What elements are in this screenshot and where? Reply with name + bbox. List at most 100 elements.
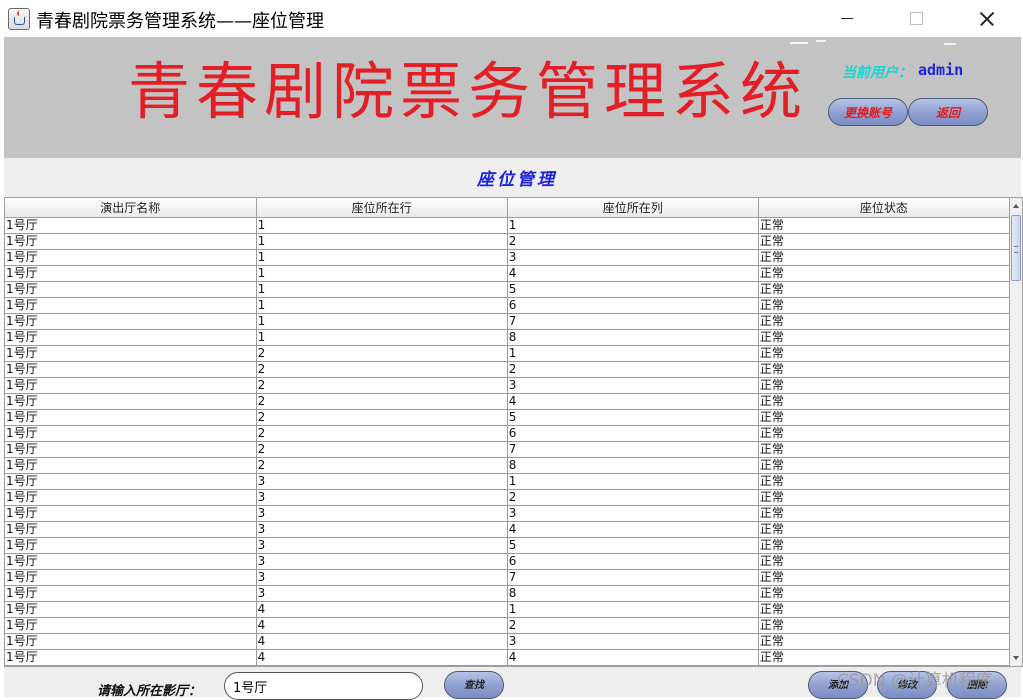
table-row[interactable]: 1号厅 1 1 正常 — [5, 217, 1009, 234]
cell-hall[interactable]: 1号厅 — [5, 521, 257, 538]
table-row[interactable]: 1号厅 1 2 正常 — [5, 233, 1009, 250]
cell-column[interactable]: 3 — [507, 377, 759, 394]
cell-row[interactable]: 1 — [256, 313, 508, 330]
cell-row[interactable]: 3 — [256, 489, 508, 506]
cell-status[interactable]: 正常 — [758, 265, 1009, 282]
cell-status[interactable]: 正常 — [758, 377, 1009, 394]
cell-row[interactable]: 3 — [256, 569, 508, 586]
cell-status[interactable]: 正常 — [758, 569, 1009, 586]
cell-hall[interactable]: 1号厅 — [5, 345, 257, 362]
cell-status[interactable]: 正常 — [758, 521, 1009, 538]
table-row[interactable]: 1号厅 3 1 正常 — [5, 473, 1009, 490]
table-row[interactable]: 1号厅 1 5 正常 — [5, 281, 1009, 298]
table-row[interactable]: 1号厅 4 4 正常 — [5, 649, 1009, 666]
cell-row[interactable]: 1 — [256, 233, 508, 250]
cell-status[interactable]: 正常 — [758, 441, 1009, 458]
cell-status[interactable]: 正常 — [758, 281, 1009, 298]
cell-column[interactable]: 4 — [507, 521, 759, 538]
cell-status[interactable]: 正常 — [758, 313, 1009, 330]
cell-hall[interactable]: 1号厅 — [5, 393, 257, 410]
table-row[interactable]: 1号厅 2 2 正常 — [5, 361, 1009, 378]
cell-row[interactable]: 3 — [256, 553, 508, 570]
cell-column[interactable]: 7 — [507, 569, 759, 586]
scroll-down-arrow-icon[interactable] — [1010, 650, 1022, 666]
cell-column[interactable]: 7 — [507, 313, 759, 330]
cell-status[interactable]: 正常 — [758, 617, 1009, 634]
cell-status[interactable]: 正常 — [758, 489, 1009, 506]
cell-hall[interactable]: 1号厅 — [5, 281, 257, 298]
cell-row[interactable]: 2 — [256, 425, 508, 442]
cell-column[interactable]: 6 — [507, 297, 759, 314]
cell-status[interactable]: 正常 — [758, 345, 1009, 362]
cell-row[interactable]: 4 — [256, 633, 508, 650]
cell-hall[interactable]: 1号厅 — [5, 425, 257, 442]
cell-status[interactable]: 正常 — [758, 297, 1009, 314]
cell-status[interactable]: 正常 — [758, 633, 1009, 650]
cell-status[interactable]: 正常 — [758, 329, 1009, 346]
cell-hall[interactable]: 1号厅 — [5, 361, 257, 378]
cell-row[interactable]: 2 — [256, 377, 508, 394]
table-row[interactable]: 1号厅 1 3 正常 — [5, 249, 1009, 266]
cell-column[interactable]: 5 — [507, 409, 759, 426]
column-header-column[interactable]: 座位所在列 — [507, 198, 759, 218]
cell-row[interactable]: 2 — [256, 393, 508, 410]
table-row[interactable]: 1号厅 2 8 正常 — [5, 457, 1009, 474]
cell-hall[interactable]: 1号厅 — [5, 553, 257, 570]
cell-column[interactable]: 8 — [507, 457, 759, 474]
cell-column[interactable]: 2 — [507, 617, 759, 634]
table-row[interactable]: 1号厅 4 2 正常 — [5, 617, 1009, 634]
cell-column[interactable]: 7 — [507, 441, 759, 458]
scroll-up-arrow-icon[interactable] — [1010, 198, 1022, 214]
cell-column[interactable]: 4 — [507, 393, 759, 410]
cell-status[interactable]: 正常 — [758, 473, 1009, 490]
cell-row[interactable]: 4 — [256, 649, 508, 666]
cell-row[interactable]: 1 — [256, 249, 508, 266]
cell-hall[interactable]: 1号厅 — [5, 217, 257, 234]
back-button[interactable]: 返回 — [908, 98, 988, 126]
column-header-hall[interactable]: 演出厅名称 — [5, 198, 257, 218]
table-row[interactable]: 1号厅 3 3 正常 — [5, 505, 1009, 522]
cell-row[interactable]: 1 — [256, 281, 508, 298]
cell-status[interactable]: 正常 — [758, 217, 1009, 234]
table-row[interactable]: 1号厅 4 3 正常 — [5, 633, 1009, 650]
cell-row[interactable]: 1 — [256, 265, 508, 282]
cell-hall[interactable]: 1号厅 — [5, 249, 257, 266]
table-row[interactable]: 1号厅 1 7 正常 — [5, 313, 1009, 330]
cell-row[interactable]: 1 — [256, 329, 508, 346]
cell-row[interactable]: 1 — [256, 297, 508, 314]
table-row[interactable]: 1号厅 1 4 正常 — [5, 265, 1009, 282]
table-row[interactable]: 1号厅 2 1 正常 — [5, 345, 1009, 362]
cell-hall[interactable]: 1号厅 — [5, 537, 257, 554]
column-header-status[interactable]: 座位状态 — [758, 198, 1009, 218]
cell-hall[interactable]: 1号厅 — [5, 233, 257, 250]
cell-status[interactable]: 正常 — [758, 553, 1009, 570]
cell-status[interactable]: 正常 — [758, 409, 1009, 426]
cell-row[interactable]: 3 — [256, 473, 508, 490]
cell-row[interactable]: 1 — [256, 217, 508, 234]
cell-column[interactable]: 1 — [507, 217, 759, 234]
cell-row[interactable]: 3 — [256, 537, 508, 554]
table-row[interactable]: 1号厅 3 2 正常 — [5, 489, 1009, 506]
cell-column[interactable]: 2 — [507, 361, 759, 378]
cell-column[interactable]: 8 — [507, 329, 759, 346]
cell-status[interactable]: 正常 — [758, 233, 1009, 250]
cell-status[interactable]: 正常 — [758, 649, 1009, 666]
cell-column[interactable]: 2 — [507, 489, 759, 506]
switch-account-button[interactable]: 更换账号 — [828, 98, 908, 126]
cell-column[interactable]: 1 — [507, 345, 759, 362]
cell-hall[interactable]: 1号厅 — [5, 601, 257, 618]
cell-status[interactable]: 正常 — [758, 361, 1009, 378]
cell-status[interactable]: 正常 — [758, 425, 1009, 442]
cell-column[interactable]: 1 — [507, 601, 759, 618]
table-row[interactable]: 1号厅 3 8 正常 — [5, 585, 1009, 602]
table-row[interactable]: 1号厅 2 3 正常 — [5, 377, 1009, 394]
cell-hall[interactable]: 1号厅 — [5, 489, 257, 506]
cell-row[interactable]: 3 — [256, 585, 508, 602]
cell-hall[interactable]: 1号厅 — [5, 617, 257, 634]
table-row[interactable]: 1号厅 2 7 正常 — [5, 441, 1009, 458]
table-row[interactable]: 1号厅 2 4 正常 — [5, 393, 1009, 410]
table-row[interactable]: 1号厅 4 1 正常 — [5, 601, 1009, 618]
cell-hall[interactable]: 1号厅 — [5, 633, 257, 650]
cell-status[interactable]: 正常 — [758, 537, 1009, 554]
minimize-button[interactable] — [824, 0, 870, 37]
